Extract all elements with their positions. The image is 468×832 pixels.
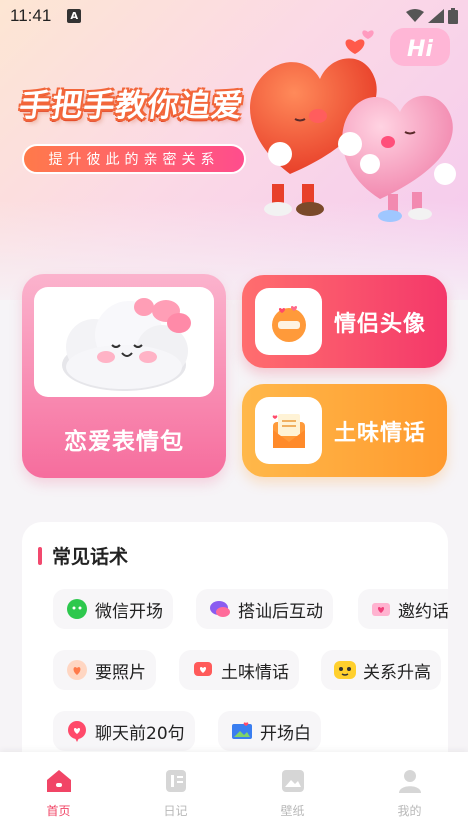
bottom-tab-bar: 首页 日记 壁纸 我的	[0, 752, 468, 832]
hero-title: 手把手教你追爱	[16, 88, 247, 124]
profile-icon	[398, 770, 421, 793]
tab-label: 壁纸	[280, 804, 305, 818]
home-icon	[46, 770, 71, 792]
tab-label: 日记	[163, 804, 188, 818]
hero-art-text: Hi	[407, 37, 433, 62]
diary-icon	[165, 770, 186, 792]
wechat-icon	[65, 597, 89, 621]
battery-icon	[448, 8, 458, 24]
section-accent-bar	[38, 546, 42, 565]
emoji-pack-label: 恋爱表情包	[64, 429, 184, 455]
picture-icon	[230, 719, 254, 743]
tab-label: 首页	[46, 804, 71, 818]
couple-avatar-card[interactable]: 情侣头像	[242, 275, 447, 368]
chip-label: 邀约话	[398, 601, 448, 622]
phrase-chip-after-chat[interactable]: 搭讪后互动	[196, 589, 333, 629]
chip-label: 聊天前20句	[95, 723, 185, 744]
status-time: 11:41	[10, 6, 52, 25]
love-letter-icon	[255, 397, 322, 464]
cheesy-lines-label: 土味情话	[334, 420, 427, 446]
notification-badge: A	[67, 9, 82, 23]
emoji-icon	[333, 658, 357, 682]
phrase-chip-invite[interactable]: 邀约话	[358, 589, 448, 629]
signal-icon	[428, 9, 444, 23]
chip-label: 开场白	[260, 723, 311, 744]
chip-label: 搭讪后互动	[238, 601, 323, 622]
tab-wallpaper[interactable]: 壁纸	[234, 752, 351, 832]
couple-avatar-icon	[255, 288, 322, 355]
hero-subtitle: 提升彼此的亲密关系	[22, 144, 246, 174]
phrase-chip-wechat-opening[interactable]: 微信开场	[53, 589, 173, 629]
photo-request-icon	[65, 658, 89, 682]
chip-label: 关系升高	[363, 662, 431, 683]
wifi-icon	[406, 9, 424, 22]
chat-bubble-icon	[208, 597, 232, 621]
chip-label: 要照片	[95, 662, 146, 683]
phrase-chip-ask-photo[interactable]: 要照片	[53, 650, 156, 690]
emoji-pack-card[interactable]: 恋爱表情包	[22, 274, 226, 478]
cheesy-lines-card[interactable]: 土味情话	[242, 384, 447, 477]
couple-avatar-label: 情侣头像	[334, 311, 427, 337]
phrase-chip-cheesy-lines[interactable]: 土味情话	[179, 650, 299, 690]
heart-pin-icon	[65, 719, 89, 743]
tab-profile[interactable]: 我的	[351, 752, 468, 832]
cloud-mascot-icon	[34, 287, 214, 397]
phrase-chip-first-20[interactable]: 聊天前20句	[53, 711, 195, 751]
chip-label: 微信开场	[95, 601, 163, 622]
phrase-chip-relationship[interactable]: 关系升高	[321, 650, 441, 690]
section-header: 常见话术	[38, 542, 128, 569]
section-title: 常见话术	[52, 546, 129, 568]
tab-diary[interactable]: 日记	[117, 752, 234, 832]
wallpaper-icon	[281, 770, 304, 792]
couple-hearts-illustration: Hi	[250, 28, 456, 222]
status-icons	[406, 8, 458, 24]
love-chat-icon	[191, 658, 215, 682]
phrase-chip-opening-line[interactable]: 开场白	[218, 711, 321, 751]
invite-icon	[370, 597, 392, 621]
tab-home[interactable]: 首页	[0, 752, 117, 832]
tab-label: 我的	[397, 804, 422, 818]
chip-label: 土味情话	[221, 662, 289, 683]
